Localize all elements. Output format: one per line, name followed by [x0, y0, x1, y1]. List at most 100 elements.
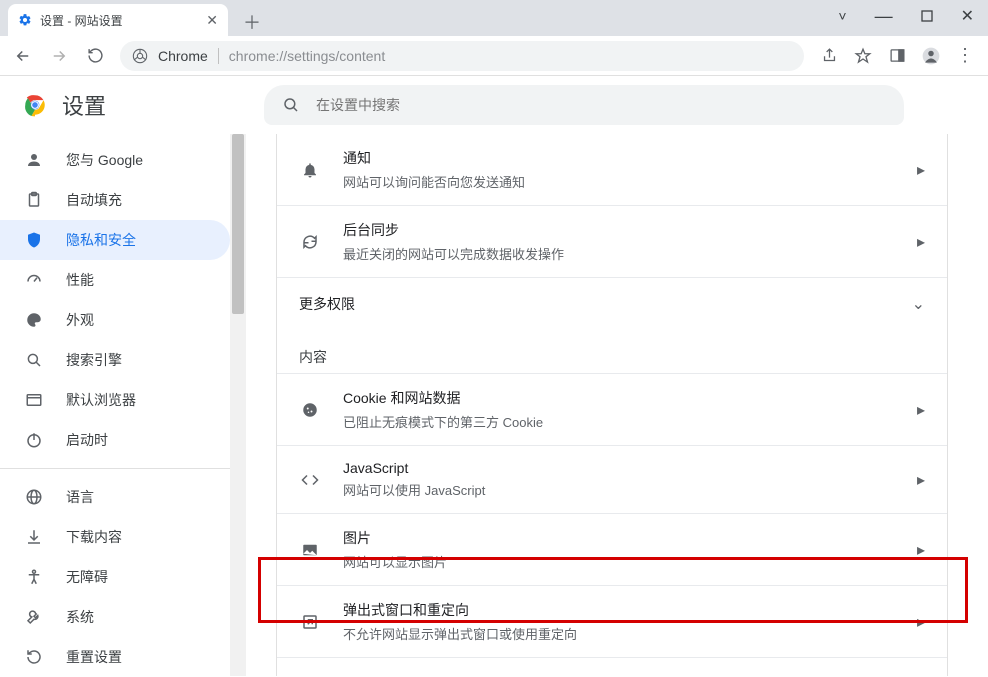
row-images[interactable]: 图片 网站可以显示图片 ▸: [277, 513, 947, 585]
profile-icon[interactable]: [916, 41, 946, 71]
minimize-icon[interactable]: —: [875, 6, 893, 27]
sidebar-item-label: 默认浏览器: [66, 390, 136, 410]
menu-icon[interactable]: ⋮: [950, 41, 980, 71]
section-label: 更多权限: [299, 294, 355, 314]
power-icon: [24, 431, 44, 449]
chevron-down-icon: ⌄: [912, 294, 925, 314]
sidebar-item-languages[interactable]: 语言: [0, 477, 230, 517]
sidebar-item-you-and-google[interactable]: 您与 Google: [0, 140, 230, 180]
row-notifications[interactable]: 通知 网站可以询问能否向您发送通知 ▸: [277, 134, 947, 205]
globe-icon: [24, 488, 44, 506]
chevron-right-icon: ▸: [917, 470, 925, 490]
sidebar-item-label: 搜索引擎: [66, 350, 122, 370]
chevron-right-icon: ▸: [917, 160, 925, 180]
close-window-icon[interactable]: ✕: [961, 6, 974, 26]
sidebar-item-label: 启动时: [66, 430, 108, 450]
chrome-icon: [132, 48, 148, 64]
sidebar-item-on-startup[interactable]: 启动时: [0, 420, 230, 460]
sidebar-scrollbar[interactable]: [230, 134, 246, 676]
scrollbar-thumb[interactable]: [232, 134, 244, 314]
row-more-permissions[interactable]: 更多权限 ⌄: [277, 277, 947, 329]
sidebar-item-label: 语言: [66, 487, 94, 507]
browser-titlebar: 设置 - 网站设置 ✕ ＋ ˅ — ✕: [0, 0, 988, 36]
share-icon[interactable]: [814, 41, 844, 71]
sidebar-item-label: 自动填充: [66, 190, 122, 210]
chevron-right-icon: ▸: [917, 232, 925, 252]
sync-icon: [299, 233, 321, 251]
settings-search-input[interactable]: [314, 96, 886, 114]
row-title: JavaScript: [343, 460, 485, 476]
row-background-sync[interactable]: 后台同步 最近关闭的网站可以完成数据收发操作 ▸: [277, 205, 947, 277]
row-javascript[interactable]: JavaScript 网站可以使用 JavaScript ▸: [277, 445, 947, 513]
row-desc: 最近关闭的网站可以完成数据收发操作: [343, 244, 564, 263]
code-icon: [299, 471, 321, 489]
search-icon: [282, 96, 300, 114]
back-button[interactable]: [8, 41, 38, 71]
restore-icon: [24, 648, 44, 666]
sidebar-item-performance[interactable]: 性能: [0, 260, 230, 300]
bookmark-icon[interactable]: [848, 41, 878, 71]
row-desc: 网站可以询问能否向您发送通知: [343, 172, 525, 191]
side-panel-icon[interactable]: [882, 41, 912, 71]
row-title: Cookie 和网站数据: [343, 388, 543, 408]
section-content: 内容: [277, 329, 947, 373]
row-desc: 网站可以显示图片: [343, 552, 447, 571]
palette-icon: [24, 311, 44, 329]
accessibility-icon: [24, 568, 44, 586]
sidebar-item-accessibility[interactable]: 无障碍: [0, 557, 230, 597]
popup-icon: [299, 613, 321, 631]
forward-button[interactable]: [44, 41, 74, 71]
sidebar-item-downloads[interactable]: 下载内容: [0, 517, 230, 557]
omnibox-url: chrome://settings/content: [229, 48, 385, 64]
sidebar-item-privacy[interactable]: 隐私和安全: [0, 220, 230, 260]
settings-card: 通知 网站可以询问能否向您发送通知 ▸ 后台同步 最近关闭的网站可以完成数据收发…: [276, 134, 948, 676]
wrench-icon: [24, 608, 44, 626]
gear-icon: [18, 13, 32, 27]
chevron-down-icon[interactable]: ˅: [838, 8, 846, 24]
browser-icon: [24, 391, 44, 409]
chevron-right-icon: ▸: [917, 540, 925, 560]
sidebar-item-appearance[interactable]: 外观: [0, 300, 230, 340]
row-title: 后台同步: [343, 220, 564, 240]
maximize-icon[interactable]: [921, 10, 933, 22]
speedometer-icon: [24, 271, 44, 289]
shield-icon: [24, 231, 44, 249]
sidebar-item-search-engine[interactable]: 搜索引擎: [0, 340, 230, 380]
row-more-content[interactable]: 更多内容设置 ⌄: [277, 657, 947, 676]
row-title: 通知: [343, 148, 525, 168]
settings-search[interactable]: [264, 85, 904, 125]
download-icon: [24, 528, 44, 546]
row-popups[interactable]: 弹出式窗口和重定向 不允许网站显示弹出式窗口或使用重定向 ▸: [277, 585, 947, 657]
sidebar-item-system[interactable]: 系统: [0, 597, 230, 637]
divider: [218, 48, 219, 64]
close-icon[interactable]: ✕: [206, 12, 218, 29]
sidebar-item-default-browser[interactable]: 默认浏览器: [0, 380, 230, 420]
address-bar[interactable]: Chrome chrome://settings/content: [120, 41, 804, 71]
browser-tab-active[interactable]: 设置 - 网站设置 ✕: [8, 4, 228, 36]
page-title: 设置: [62, 89, 106, 121]
row-cookies[interactable]: Cookie 和网站数据 已阻止无痕模式下的第三方 Cookie ▸: [277, 373, 947, 445]
sidebar-item-autofill[interactable]: 自动填充: [0, 180, 230, 220]
sidebar-item-label: 外观: [66, 310, 94, 330]
chevron-right-icon: ▸: [917, 612, 925, 632]
clipboard-icon: [24, 191, 44, 209]
reload-button[interactable]: [80, 41, 110, 71]
cookie-icon: [299, 401, 321, 419]
settings-main: 通知 网站可以询问能否向您发送通知 ▸ 后台同步 最近关闭的网站可以完成数据收发…: [252, 76, 988, 676]
sidebar-item-label: 下载内容: [66, 527, 122, 547]
search-icon: [24, 351, 44, 369]
sidebar-item-label: 系统: [66, 607, 94, 627]
sidebar-item-label: 您与 Google: [66, 150, 143, 170]
person-icon: [24, 151, 44, 169]
sidebar-item-reset[interactable]: 重置设置: [0, 637, 230, 677]
row-desc: 不允许网站显示弹出式窗口或使用重定向: [343, 624, 577, 643]
image-icon: [299, 541, 321, 559]
row-desc: 网站可以使用 JavaScript: [343, 480, 485, 499]
new-tab-button[interactable]: ＋: [238, 8, 266, 36]
sidebar-item-label: 重置设置: [66, 647, 122, 667]
omnibox-product: Chrome: [158, 48, 208, 64]
chrome-logo-icon: [22, 92, 48, 118]
sidebar-item-label: 隐私和安全: [66, 230, 136, 250]
chevron-right-icon: ▸: [917, 400, 925, 420]
browser-toolbar: Chrome chrome://settings/content ⋮: [0, 36, 988, 76]
